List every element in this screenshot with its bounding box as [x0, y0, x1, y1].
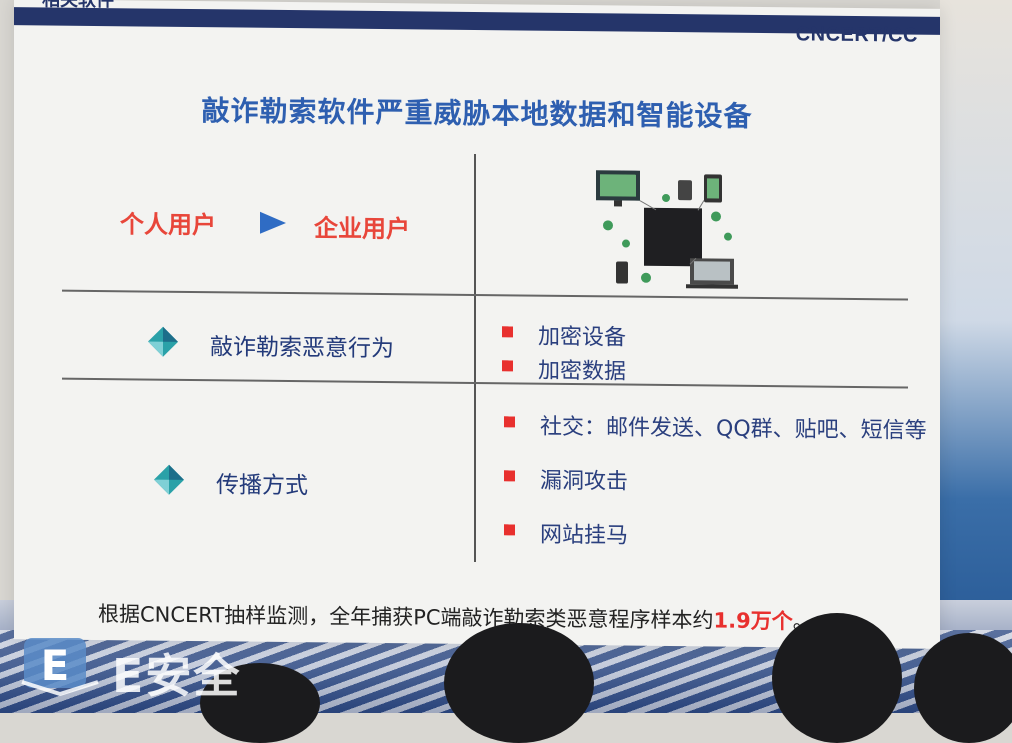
server-icon [644, 207, 702, 267]
flow-arrow-icon [260, 211, 286, 234]
handheld-icon [616, 261, 628, 284]
propagation-label: 传播方式 [216, 472, 308, 500]
diamond-bullet-icon [148, 326, 178, 357]
list-item: 网站挂马 [504, 516, 927, 552]
behavior-label: 敲诈勒索恶意行为 [210, 334, 394, 363]
phone-icon [678, 180, 692, 201]
list-item: 加密设备 [502, 318, 626, 351]
table-horizontal-divider-2 [62, 377, 908, 389]
e-security-watermark-text: E安全 [112, 649, 242, 703]
slide-footer-note: 根据CNCERT抽样监测，全年捕获PC端敲诈勒索类恶意程序样本约1.9万个。 [98, 598, 814, 635]
audience-head [914, 633, 1012, 743]
red-square-bullet-icon [502, 360, 513, 372]
flow-from-label: 个人用户 [120, 210, 216, 240]
table-vertical-divider [474, 153, 476, 562]
propagation-list: 社交：邮件发送、QQ群、贴吧、短信等 漏洞攻击 网站挂马 [504, 408, 927, 552]
list-item: 社交：邮件发送、QQ群、贴吧、短信等 [504, 408, 927, 444]
connected-devices-illustration [596, 170, 738, 289]
diamond-bullet-icon [154, 464, 184, 495]
flow-to-label: 企业用户 [314, 214, 410, 244]
cncert-logo: CNCERT/CC [796, 23, 918, 47]
cncert-logo-text: CNCERT/CC [795, 23, 918, 47]
red-square-bullet-icon [504, 470, 515, 482]
list-item: 漏洞攻击 [504, 462, 927, 498]
e-security-logo-letter: E [41, 641, 70, 690]
red-square-bullet-icon [504, 416, 515, 428]
red-square-bullet-icon [502, 326, 513, 338]
footer-text: 根据CNCERT抽样监测，全年捕获PC端敲诈勒索类恶意程序样本约 [98, 602, 714, 633]
footer-highlight: 1.9万个 [713, 608, 793, 634]
behavior-list: 加密设备 加密数据 [502, 318, 626, 385]
red-square-bullet-icon [504, 524, 515, 536]
slide-title: 敲诈勒索软件严重威胁本地数据和智能设备 [201, 94, 753, 133]
audience-head [772, 613, 902, 743]
list-item: 加密数据 [502, 352, 626, 385]
projected-slide: 相关软件 CNCERT/CC 敲诈勒索软件严重威胁本地数据和智能设备 个人用户 … [14, 0, 940, 649]
audience-head [444, 623, 594, 743]
e-security-logo: E [21, 638, 99, 696]
